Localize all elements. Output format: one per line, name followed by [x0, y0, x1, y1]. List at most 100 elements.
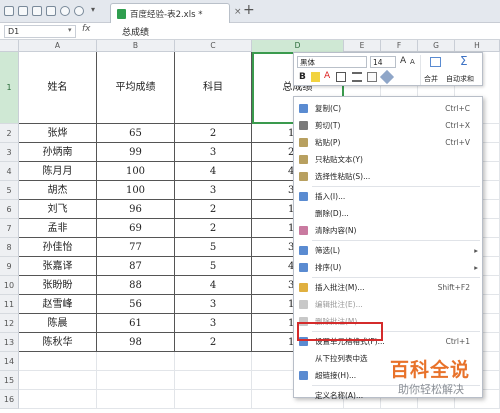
data-cell[interactable]: 3	[175, 295, 252, 314]
data-cell[interactable]: 张盼盼	[19, 276, 97, 295]
data-cell[interactable]: 100	[97, 181, 175, 200]
data-cell[interactable]: 2	[175, 333, 252, 352]
row-header[interactable]: 6	[0, 200, 19, 219]
menu-item[interactable]: 选择性粘贴(S)...	[294, 168, 482, 185]
row-header[interactable]: 5	[0, 181, 19, 200]
menu-item[interactable]: 插入批注(M)... Shift+F2	[294, 279, 482, 296]
data-cell[interactable]: 2	[175, 219, 252, 238]
header-cell[interactable]: 姓名	[19, 52, 97, 124]
data-cell[interactable]: 赵雪峰	[19, 295, 97, 314]
close-tab-icon[interactable]: ×	[234, 7, 242, 17]
grid-cell[interactable]	[97, 352, 175, 371]
menu-item[interactable]: 筛选(L) ▸	[294, 242, 482, 259]
grid-cell[interactable]	[175, 371, 252, 390]
row-header[interactable]: 14	[0, 352, 19, 371]
data-cell[interactable]: 孙佳怡	[19, 238, 97, 257]
row-header[interactable]: 11	[0, 295, 19, 314]
menu-item[interactable]: 只粘贴文本(Y)	[294, 151, 482, 168]
grid-cell[interactable]	[19, 352, 97, 371]
data-cell[interactable]: 4	[175, 276, 252, 295]
menu-item[interactable]: 删除(D)...	[294, 205, 482, 222]
data-cell[interactable]: 65	[97, 124, 175, 143]
data-cell[interactable]: 3	[175, 314, 252, 333]
grid-cell[interactable]	[19, 371, 97, 390]
row-header[interactable]: 1	[0, 52, 19, 124]
data-cell[interactable]: 孙炳南	[19, 143, 97, 162]
fill-color-icon[interactable]	[311, 72, 320, 82]
row-header[interactable]: 2	[0, 124, 19, 143]
data-cell[interactable]: 5	[175, 257, 252, 276]
name-box[interactable]: D1	[4, 25, 76, 38]
data-cell[interactable]: 陈晨	[19, 314, 97, 333]
open-icon[interactable]	[18, 6, 28, 16]
data-cell[interactable]: 刘飞	[19, 200, 97, 219]
grid-cell[interactable]	[175, 390, 252, 409]
format-painter-icon[interactable]	[379, 69, 395, 85]
data-cell[interactable]: 98	[97, 333, 175, 352]
header-cell[interactable]: 平均成绩	[97, 52, 175, 124]
menu-item[interactable]: 清除内容(N)	[294, 222, 482, 239]
column-header-f[interactable]: F	[381, 40, 418, 52]
column-header-a[interactable]: A	[19, 40, 97, 52]
select-all-corner[interactable]	[0, 40, 19, 52]
borders-icon[interactable]	[336, 72, 346, 82]
row-header[interactable]: 15	[0, 371, 19, 390]
row-header[interactable]: 12	[0, 314, 19, 333]
grid-cell[interactable]	[97, 371, 175, 390]
namebox-dropdown-icon[interactable]: ▾	[68, 26, 72, 34]
data-cell[interactable]: 胡杰	[19, 181, 97, 200]
row-header[interactable]: 8	[0, 238, 19, 257]
grid-cell[interactable]	[175, 352, 252, 371]
data-cell[interactable]: 56	[97, 295, 175, 314]
new-tab-icon[interactable]: +	[243, 2, 255, 18]
shrink-font-icon[interactable]: A	[410, 58, 415, 66]
autosum-button[interactable]: Σ 自动求和	[446, 54, 482, 85]
column-header-c[interactable]: C	[175, 40, 252, 52]
data-cell[interactable]: 5	[175, 238, 252, 257]
data-cell[interactable]: 3	[175, 181, 252, 200]
workbook-tab[interactable]: 百度经验-表2.xls * ×	[110, 3, 242, 23]
menu-item[interactable]: 剪切(T) Ctrl+X	[294, 117, 482, 134]
data-cell[interactable]: 99	[97, 143, 175, 162]
row-header[interactable]: 10	[0, 276, 19, 295]
menu-item[interactable]: 插入(I)...	[294, 188, 482, 205]
chevron-down-icon[interactable]: ▾	[91, 5, 95, 14]
grid-cell[interactable]	[19, 390, 97, 409]
row-header[interactable]: 16	[0, 390, 19, 409]
data-cell[interactable]: 孟非	[19, 219, 97, 238]
data-cell[interactable]: 100	[97, 162, 175, 181]
data-cell[interactable]: 96	[97, 200, 175, 219]
data-cell[interactable]: 2	[175, 200, 252, 219]
row-header[interactable]: 3	[0, 143, 19, 162]
data-cell[interactable]: 88	[97, 276, 175, 295]
row-header[interactable]: 13	[0, 333, 19, 352]
bold-icon[interactable]: B	[299, 72, 306, 82]
fx-icon[interactable]: fx	[82, 24, 91, 34]
column-header-b[interactable]: B	[97, 40, 175, 52]
menu-item[interactable]: 粘贴(P) Ctrl+V	[294, 134, 482, 151]
font-size-select[interactable]: 14	[370, 56, 396, 68]
data-cell[interactable]: 4	[175, 162, 252, 181]
row-header[interactable]: 9	[0, 257, 19, 276]
grow-font-icon[interactable]: A	[400, 56, 406, 66]
column-header-h[interactable]: H	[455, 40, 500, 52]
column-header-e[interactable]: E	[344, 40, 381, 52]
data-cell[interactable]: 77	[97, 238, 175, 257]
font-color-icon[interactable]: A	[324, 71, 330, 81]
header-cell[interactable]: 科目	[175, 52, 252, 124]
align-center-icon[interactable]	[352, 72, 362, 82]
data-cell[interactable]: 张嘉译	[19, 257, 97, 276]
data-cell[interactable]: 陈秋华	[19, 333, 97, 352]
merge-button[interactable]: 合并	[420, 55, 448, 85]
data-cell[interactable]: 87	[97, 257, 175, 276]
menu-item[interactable]: 复制(C) Ctrl+C	[294, 100, 482, 117]
data-cell[interactable]: 3	[175, 143, 252, 162]
formula-input[interactable]: 总成绩	[122, 25, 149, 38]
undo-icon[interactable]	[60, 6, 70, 16]
data-cell[interactable]: 陈月月	[19, 162, 97, 181]
data-cell[interactable]: 2	[175, 124, 252, 143]
menu-item[interactable]: 排序(U) ▸	[294, 259, 482, 276]
data-cell[interactable]: 69	[97, 219, 175, 238]
column-header-d[interactable]: D	[252, 40, 344, 52]
save-icon[interactable]	[4, 6, 14, 16]
